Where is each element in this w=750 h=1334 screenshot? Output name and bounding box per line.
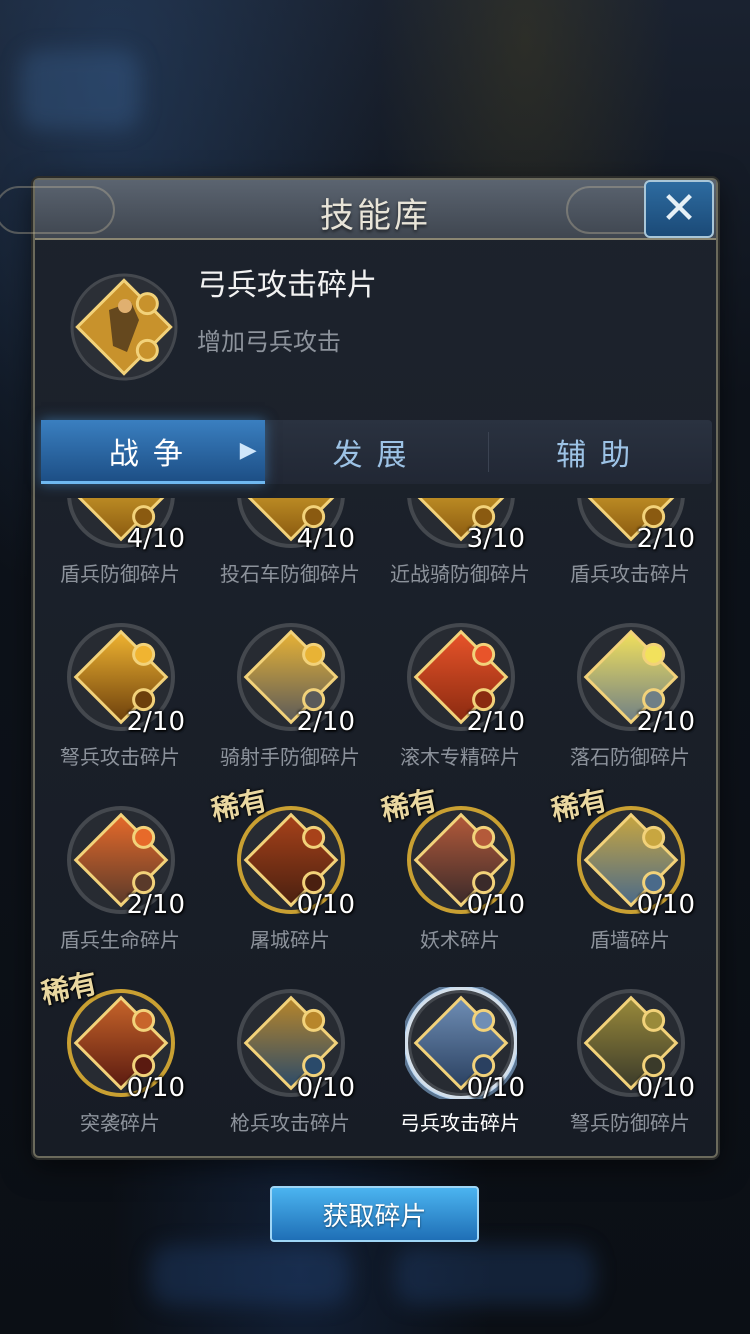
fragment-item[interactable]: 4/10 盾兵防御碎片 [35, 498, 205, 621]
selected-item-description: 增加弓兵攻击 [197, 328, 341, 356]
fragment-item[interactable]: 2/10 弩兵攻击碎片 [35, 621, 205, 804]
tab-war[interactable]: 战争 ▶ [41, 420, 265, 484]
get-fragments-button[interactable]: 获取碎片 [270, 1186, 479, 1242]
skill-library-dialog: 技能库 ✕ 弓兵攻击碎片 增加弓兵攻击 战争 ▶ 发展 辅助 4/10 盾兵防御… [0, 178, 718, 1158]
tab-support[interactable]: 辅助 [488, 420, 712, 484]
fragment-count: 0/10 [466, 890, 525, 920]
fragment-count: 0/10 [636, 890, 695, 920]
close-button[interactable]: ✕ [644, 180, 714, 238]
fragment-label: 落石防御碎片 [570, 745, 690, 769]
fragment-label: 弩兵防御碎片 [570, 1111, 690, 1135]
fragment-item[interactable]: 稀有 0/10 屠城碎片 [205, 784, 375, 987]
tab-label: 辅助 [556, 438, 645, 473]
fragment-item[interactable]: 0/10 枪兵攻击碎片 [205, 987, 375, 1138]
fragment-label: 盾兵防御碎片 [60, 562, 180, 586]
fragment-count: 2/10 [636, 524, 695, 554]
fragment-count: 0/10 [636, 1073, 695, 1103]
fragment-label: 近战骑防御碎片 [390, 562, 530, 586]
selected-item-icon [69, 272, 179, 382]
fragment-count: 0/10 [296, 890, 355, 920]
fragment-count: 2/10 [466, 707, 525, 737]
fragment-count: 2/10 [636, 707, 695, 737]
category-tabs: 战争 ▶ 发展 辅助 [41, 420, 712, 484]
fragment-label: 弓兵攻击碎片 [400, 1111, 520, 1135]
chevron-right-icon: ▶ [239, 438, 257, 463]
fragment-count: 2/10 [126, 890, 185, 920]
tab-development[interactable]: 发展 [265, 420, 489, 484]
tab-divider [488, 432, 490, 472]
fragment-item[interactable]: 3/10 近战骑防御碎片 [375, 498, 545, 621]
fragment-count: 2/10 [296, 707, 355, 737]
fragment-item[interactable]: 4/10 投石车防御碎片 [205, 498, 375, 621]
fragment-item[interactable]: 稀有 0/10 突袭碎片 [35, 967, 205, 1138]
close-icon: ✕ [660, 183, 698, 234]
selected-item-name: 弓兵攻击碎片 [197, 268, 377, 303]
bg-blob [395, 1245, 595, 1305]
fragment-label: 盾兵生命碎片 [60, 928, 180, 952]
fragment-count: 3/10 [466, 524, 525, 554]
fragment-count: 0/10 [296, 1073, 355, 1103]
fragment-item[interactable]: 2/10 落石防御碎片 [545, 621, 715, 804]
fragment-item[interactable]: 2/10 盾兵攻击碎片 [545, 498, 715, 621]
fragment-item[interactable]: 稀有 0/10 盾墙碎片 [545, 784, 715, 987]
fragment-label: 盾兵攻击碎片 [570, 562, 690, 586]
fragment-item[interactable]: 稀有 0/10 妖术碎片 [375, 784, 545, 987]
fragment-label: 屠城碎片 [250, 928, 330, 952]
fragment-item[interactable]: 2/10 盾兵生命碎片 [35, 804, 205, 987]
bg-blob [150, 1245, 350, 1305]
fragment-count: 2/10 [126, 707, 185, 737]
fragment-count: 0/10 [126, 1073, 185, 1103]
tab-label: 发展 [332, 438, 421, 473]
fragment-label: 骑射手防御碎片 [220, 745, 360, 769]
fragment-grid[interactable]: 4/10 盾兵防御碎片 4/10 投石车防御碎片 3/10 近战骑防御碎片 2/10 盾兵攻击… [35, 498, 716, 1138]
bg-blob [20, 50, 140, 130]
fragment-count: 4/10 [126, 524, 185, 554]
fragment-label: 滚木专精碎片 [400, 745, 520, 769]
fragment-label: 投石车防御碎片 [220, 562, 360, 586]
fragment-label: 突袭碎片 [80, 1111, 160, 1135]
tab-label: 战争 [108, 436, 197, 472]
fragment-count: 4/10 [296, 524, 355, 554]
fragment-label: 弩兵攻击碎片 [60, 745, 180, 769]
fragment-item[interactable]: 0/10 弩兵防御碎片 [545, 987, 715, 1138]
fragment-label: 妖术碎片 [420, 928, 500, 952]
dialog-title: 技能库 [320, 196, 431, 236]
dialog-header: 技能库 [0, 180, 716, 240]
fragment-item[interactable]: 2/10 滚木专精碎片 [375, 621, 545, 804]
fragment-label: 盾墙碎片 [590, 928, 670, 952]
fragment-count: 0/10 [466, 1073, 525, 1103]
fragment-label: 枪兵攻击碎片 [230, 1111, 350, 1135]
fragment-item[interactable]: 2/10 骑射手防御碎片 [205, 621, 375, 804]
fragment-item[interactable]: 0/10 弓兵攻击碎片 [375, 983, 545, 1138]
